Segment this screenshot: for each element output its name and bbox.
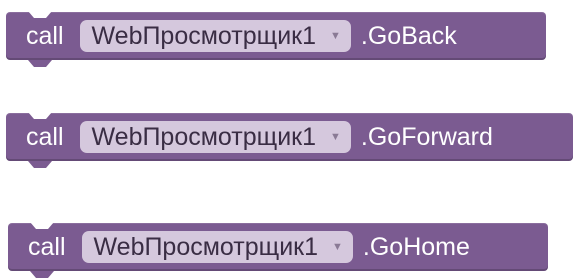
triangle-down-icon: ▼ — [332, 240, 343, 253]
component-dropdown[interactable]: WebПросмотрщик1 ▼ — [79, 121, 351, 153]
call-goforward-block[interactable]: call WebПросмотрщик1 ▼ .GoForward — [6, 113, 573, 161]
component-name: WebПросмотрщик1 — [91, 21, 317, 50]
method-name: .GoHome — [362, 232, 470, 261]
call-keyword: call — [26, 122, 64, 151]
component-name: WebПросмотрщик1 — [91, 122, 317, 151]
method-name: .GoForward — [360, 122, 493, 151]
component-name: WebПросмотрщик1 — [93, 232, 319, 261]
call-goback-block[interactable]: call WebПросмотрщик1 ▼ .GoBack — [6, 12, 546, 60]
call-keyword: call — [26, 21, 64, 50]
triangle-down-icon: ▼ — [330, 29, 341, 42]
method-name: .GoBack — [360, 21, 457, 50]
call-gohome-block[interactable]: call WebПросмотрщик1 ▼ .GoHome — [8, 223, 548, 271]
component-dropdown[interactable]: WebПросмотрщик1 ▼ — [79, 20, 351, 52]
component-dropdown[interactable]: WebПросмотрщик1 ▼ — [81, 231, 353, 263]
triangle-down-icon: ▼ — [330, 130, 341, 143]
call-keyword: call — [28, 232, 66, 261]
